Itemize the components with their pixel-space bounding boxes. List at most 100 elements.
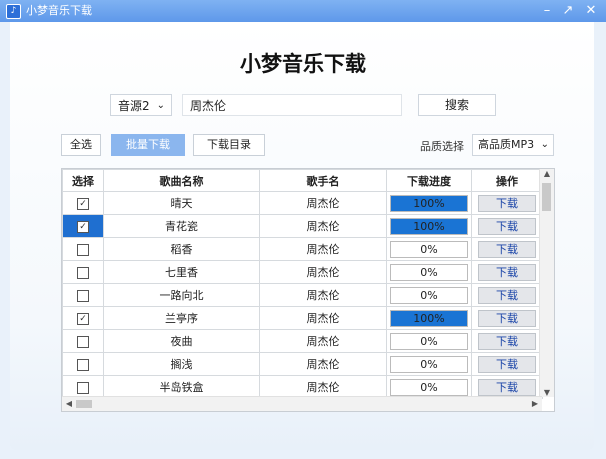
progress-bar: 100%	[390, 309, 468, 327]
header-progress: 下载进度	[386, 169, 472, 192]
vertical-scroll-thumb[interactable]	[542, 183, 551, 211]
artist-cell: 周杰伦	[259, 306, 387, 330]
row-checkbox[interactable]	[77, 266, 89, 279]
row-select-cell[interactable]	[62, 329, 104, 353]
close-button[interactable]: ✕	[582, 0, 600, 22]
progress-cell: 0%	[386, 237, 472, 261]
source-select-value: 音源2	[118, 99, 150, 113]
search-button[interactable]: 搜索	[418, 94, 496, 116]
table-row[interactable]: 搁浅 周杰伦 0% 下载	[62, 352, 543, 376]
download-button[interactable]: 下载	[478, 217, 536, 235]
download-button[interactable]: 下载	[478, 194, 536, 212]
action-cell: 下载	[471, 352, 543, 376]
minimize-button[interactable]: –	[538, 0, 556, 22]
progress-cell: 0%	[386, 283, 472, 307]
artist-cell: 周杰伦	[259, 214, 387, 238]
progress-cell: 0%	[386, 329, 472, 353]
title-bar: ♪ 小梦音乐下载 – ↗ ✕	[0, 0, 606, 22]
progress-bar: 0%	[390, 286, 468, 304]
progress-bar: 0%	[390, 378, 468, 396]
quality-label: 品质选择	[420, 140, 464, 153]
progress-bar: 0%	[390, 332, 468, 350]
quality-select[interactable]: 高品质MP3 ⌄	[472, 134, 554, 156]
row-select-cell[interactable]	[62, 260, 104, 284]
scroll-left-icon[interactable]: ◀	[62, 399, 76, 408]
table-row[interactable]: 夜曲 周杰伦 0% 下载	[62, 329, 543, 353]
progress-cell: 100%	[386, 214, 472, 238]
song-name-cell: 稻香	[103, 237, 260, 261]
header-artist: 歌手名	[259, 169, 387, 192]
horizontal-scrollbar[interactable]: ◀ ▶	[62, 396, 542, 411]
action-cell: 下载	[471, 260, 543, 284]
row-select-cell[interactable]: ✓	[62, 214, 104, 238]
progress-cell: 100%	[386, 191, 472, 215]
download-button[interactable]: 下载	[478, 309, 536, 327]
progress-bar: 0%	[390, 240, 468, 258]
progress-text: 0%	[420, 265, 438, 279]
song-name-cell: 夜曲	[103, 329, 260, 353]
select-all-button[interactable]: 全选	[61, 134, 101, 156]
scroll-right-icon[interactable]: ▶	[528, 399, 542, 408]
download-directory-button[interactable]: 下载目录	[193, 134, 265, 156]
quality-select-value: 高品质MP3	[478, 138, 535, 151]
row-checkbox[interactable]	[77, 381, 89, 394]
table-row[interactable]: ✓ 青花瓷 周杰伦 100% 下载	[62, 214, 543, 238]
batch-download-button[interactable]: 批量下载	[111, 134, 185, 156]
progress-bar: 100%	[390, 217, 468, 235]
row-select-cell[interactable]: ✓	[62, 191, 104, 215]
action-cell: 下载	[471, 237, 543, 261]
action-cell: 下载	[471, 191, 543, 215]
download-button[interactable]: 下载	[478, 263, 536, 281]
progress-text: 0%	[420, 357, 438, 371]
vertical-scrollbar[interactable]: ▲ ▼	[539, 169, 554, 397]
scroll-up-icon[interactable]: ▲	[540, 169, 554, 178]
artist-cell: 周杰伦	[259, 237, 387, 261]
row-checkbox[interactable]	[77, 335, 89, 348]
song-name-cell: 晴天	[103, 191, 260, 215]
song-table: 选择 歌曲名称 歌手名 下载进度 操作 ✓ 晴天 周杰伦 100% 下载 ✓ 青花瓷 周杰伦 1…	[61, 168, 555, 412]
download-button[interactable]: 下载	[478, 355, 536, 373]
chevron-down-icon: ⌄	[540, 139, 549, 150]
action-cell: 下载	[471, 329, 543, 353]
horizontal-scroll-thumb[interactable]	[76, 400, 92, 408]
progress-bar: 0%	[390, 263, 468, 281]
progress-text: 0%	[420, 242, 438, 256]
row-checkbox[interactable]: ✓	[77, 312, 89, 325]
download-button[interactable]: 下载	[478, 332, 536, 350]
row-select-cell[interactable]: ✓	[62, 306, 104, 330]
header-song-name: 歌曲名称	[103, 169, 260, 192]
progress-cell: 100%	[386, 306, 472, 330]
progress-text: 0%	[420, 380, 438, 394]
maximize-button[interactable]: ↗	[559, 0, 577, 22]
scroll-down-icon[interactable]: ▼	[540, 388, 554, 397]
search-input[interactable]	[182, 94, 402, 116]
table-row[interactable]: 稻香 周杰伦 0% 下载	[62, 237, 543, 261]
progress-text: 0%	[420, 288, 438, 302]
table-row[interactable]: ✓ 兰亭序 周杰伦 100% 下载	[62, 306, 543, 330]
row-checkbox[interactable]	[77, 358, 89, 371]
progress-text: 0%	[420, 334, 438, 348]
row-select-cell[interactable]	[62, 352, 104, 376]
row-select-cell[interactable]	[62, 237, 104, 261]
artist-cell: 周杰伦	[259, 260, 387, 284]
table-row[interactable]: ✓ 晴天 周杰伦 100% 下载	[62, 191, 543, 215]
table-row[interactable]: 一路向北 周杰伦 0% 下载	[62, 283, 543, 307]
table-row[interactable]: 七里香 周杰伦 0% 下载	[62, 260, 543, 284]
download-button[interactable]: 下载	[478, 286, 536, 304]
row-checkbox[interactable]	[77, 289, 89, 302]
download-button[interactable]: 下载	[478, 240, 536, 258]
chevron-down-icon: ⌄	[156, 100, 165, 111]
source-select[interactable]: 音源2 ⌄	[110, 94, 172, 116]
artist-cell: 周杰伦	[259, 191, 387, 215]
progress-bar: 0%	[390, 355, 468, 373]
row-select-cell[interactable]	[62, 283, 104, 307]
progress-text: 100%	[413, 311, 445, 325]
progress-text: 100%	[413, 196, 445, 210]
row-checkbox[interactable]	[77, 243, 89, 256]
row-checkbox[interactable]: ✓	[77, 197, 89, 210]
artist-cell: 周杰伦	[259, 283, 387, 307]
song-name-cell: 一路向北	[103, 283, 260, 307]
row-checkbox[interactable]: ✓	[77, 220, 89, 233]
download-button[interactable]: 下载	[478, 378, 536, 396]
artist-cell: 周杰伦	[259, 329, 387, 353]
